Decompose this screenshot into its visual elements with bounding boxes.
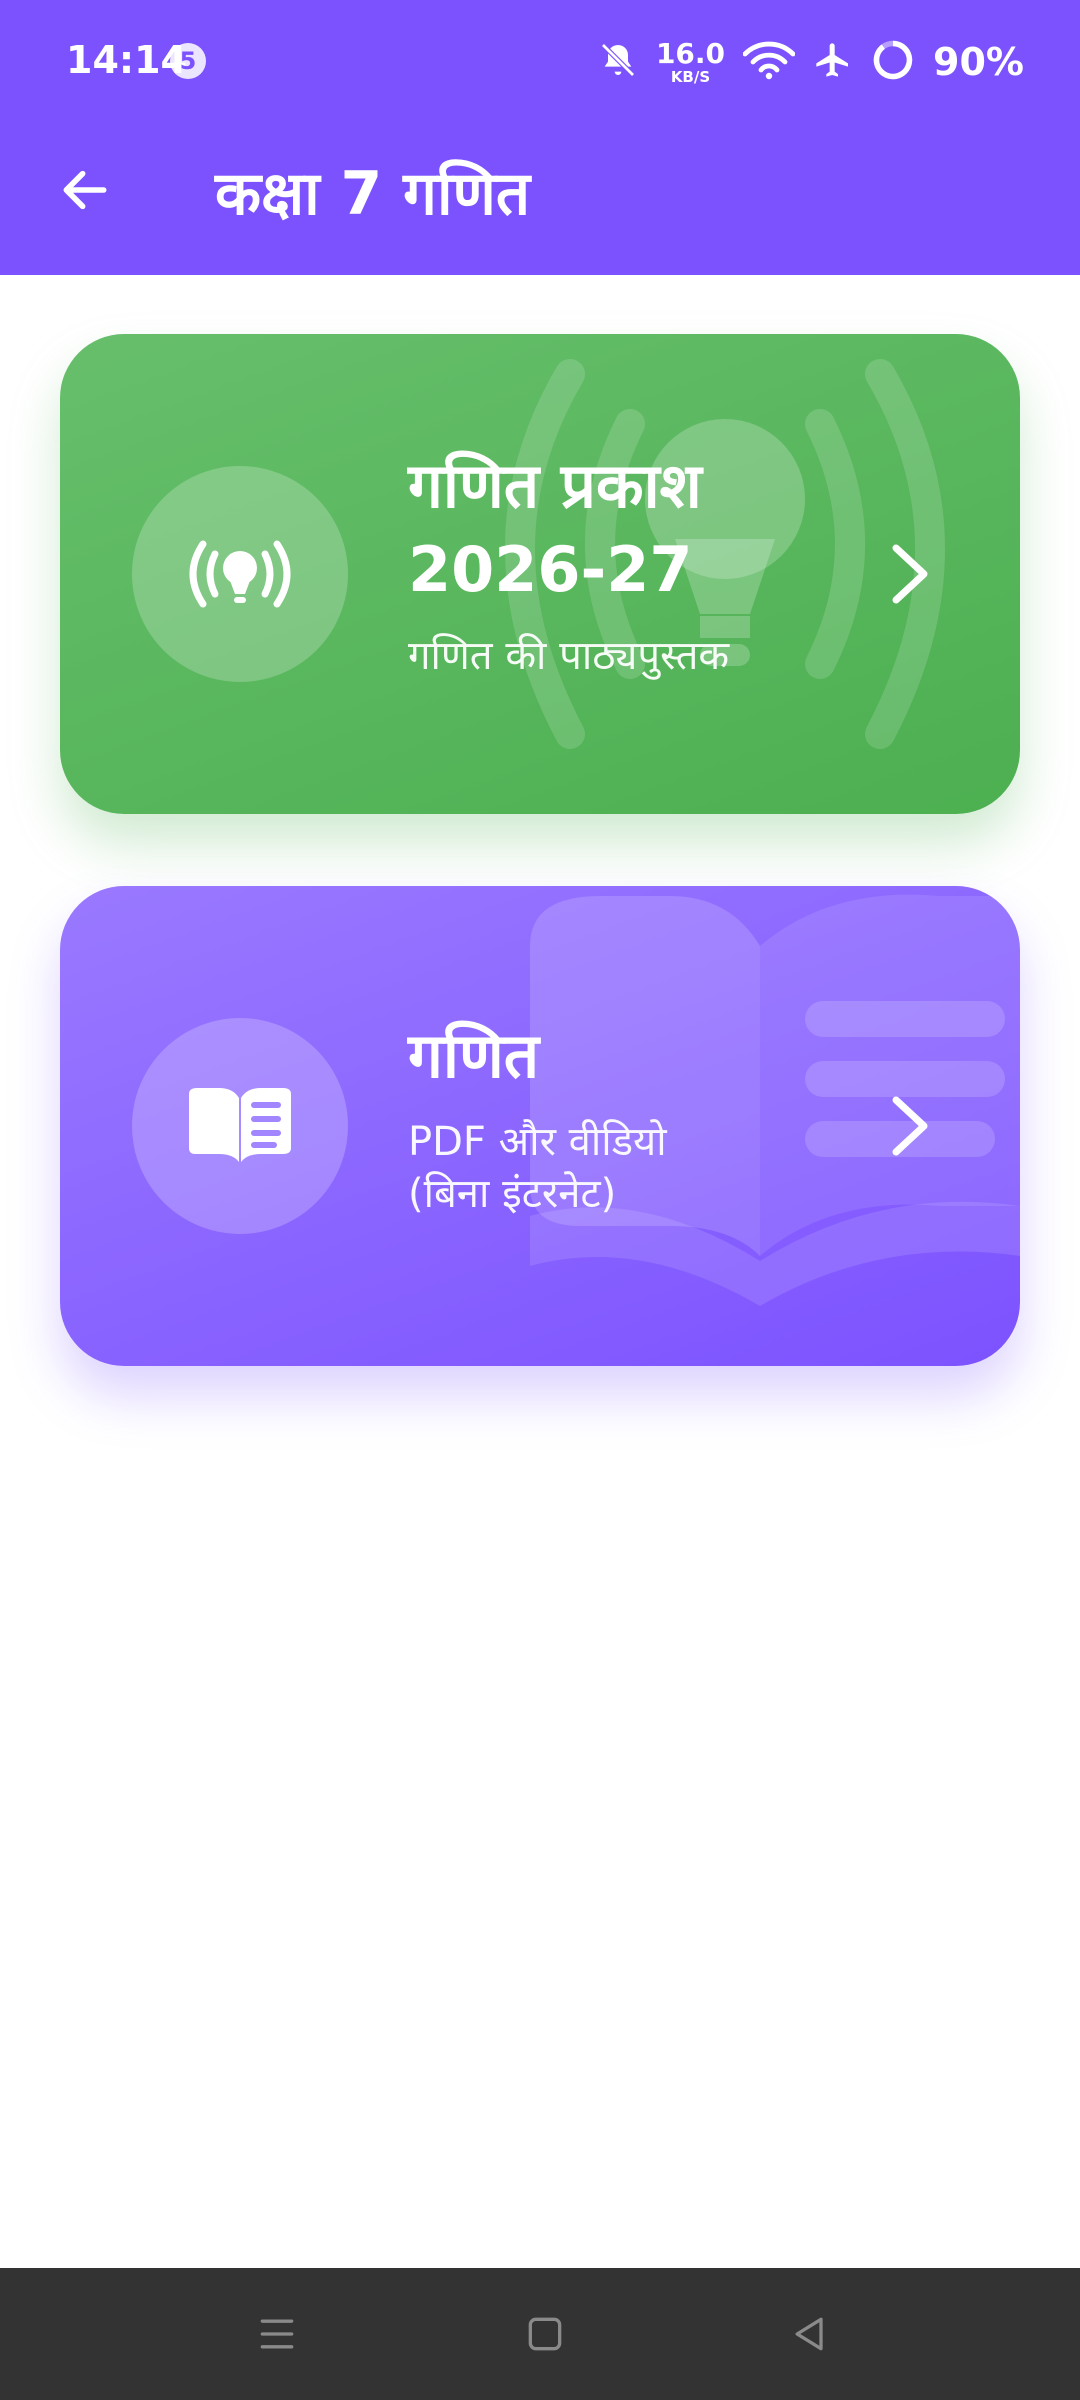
network-speed-value: 16.0	[655, 36, 726, 70]
card-ganit-offline[interactable]: गणित PDF और वीडियो (बिना इंटरनेट)	[60, 886, 1020, 1366]
card-icon-circle	[132, 1018, 348, 1234]
card-subtitle: PDF और वीडियो (बिना इंटरनेट)	[408, 1119, 667, 1217]
back-triangle-icon	[795, 2317, 823, 2351]
open-book-icon	[189, 1088, 291, 1162]
card-ganit-prakash[interactable]: गणित प्रकाश 2026-27 गणित की पाठ्यपुस्तक	[60, 334, 1020, 814]
recent-apps-button[interactable]	[237, 2298, 317, 2370]
arrow-left-icon	[63, 170, 107, 210]
broadcast-bulb-icon	[189, 540, 291, 608]
back-button[interactable]	[50, 155, 120, 225]
card-text: गणित PDF और वीडियो (बिना इंटरनेट)	[408, 1014, 888, 1220]
network-speed-unit: KB/S	[670, 67, 711, 86]
airplane-icon	[813, 40, 853, 84]
card-icon-circle	[132, 466, 348, 682]
app-bar: कक्षा 7 गणित	[0, 140, 1080, 250]
chevron-right-icon	[880, 1086, 940, 1166]
battery-ring-icon	[871, 38, 915, 86]
system-navigation-bar	[0, 2268, 1080, 2400]
status-bar: 14:14 5 16.0 KB/S 90%	[0, 0, 1080, 120]
card-subtitle: गणित की पाठ्यपुस्तक	[408, 633, 730, 679]
wifi-icon	[742, 40, 796, 84]
card-text: गणित प्रकाश 2026-27 गणित की पाठ्यपुस्तक	[408, 444, 888, 682]
notification-count-badge: 5	[170, 43, 206, 79]
card-title: गणित	[408, 1019, 540, 1092]
card-title: गणित प्रकाश 2026-27	[408, 449, 702, 606]
network-speed: 16.0 KB/S	[655, 36, 726, 86]
status-time: 14:14	[66, 38, 187, 82]
home-button[interactable]	[505, 2298, 585, 2370]
page-title: कक्षा 7 गणित	[215, 159, 531, 229]
top-app-header: 14:14 5 16.0 KB/S 90% कक्षा 7 गणित	[0, 0, 1080, 275]
system-back-button[interactable]	[770, 2298, 850, 2370]
status-icons: 16.0 KB/S 90%	[598, 34, 1024, 90]
battery-percentage: 90%	[933, 40, 1024, 84]
menu-icon	[260, 2319, 294, 2349]
home-icon	[528, 2317, 562, 2351]
chevron-right-icon	[880, 534, 940, 614]
bell-off-icon	[598, 40, 638, 84]
